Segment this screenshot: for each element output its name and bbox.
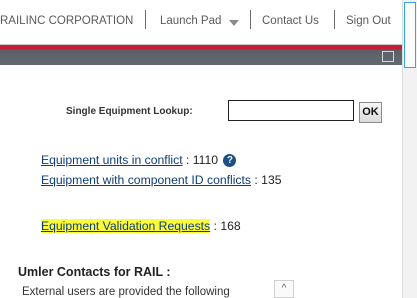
contacts-description: External users are provided the followin… bbox=[22, 286, 230, 298]
component-line: Equipment with component ID conflicts : … bbox=[41, 173, 282, 187]
conflict-line: Equipment units in conflict : 1110 ? bbox=[41, 153, 237, 167]
top-navigation: RAILINC CORPORATION Launch Pad Contact U… bbox=[0, 0, 402, 45]
lookup-label: Single Equipment Lookup: bbox=[66, 106, 193, 117]
equipment-conflict-link[interactable]: Equipment units in conflict bbox=[41, 153, 183, 167]
component-count: : 135 bbox=[254, 173, 282, 187]
validation-line: Equipment Validation Requests : 168 bbox=[41, 219, 241, 233]
nav-separator bbox=[250, 10, 251, 29]
company-name: RAILINC CORPORATION bbox=[0, 15, 134, 27]
nav-separator bbox=[145, 10, 146, 29]
launch-pad-menu[interactable]: Launch Pad bbox=[160, 15, 221, 27]
ok-button[interactable]: OK bbox=[359, 102, 382, 123]
sign-out-link[interactable]: Sign Out bbox=[346, 15, 391, 27]
scrollbar-thumb[interactable] bbox=[404, 2, 416, 68]
component-conflict-link[interactable]: Equipment with component ID conflicts bbox=[41, 173, 251, 187]
validation-requests-link[interactable]: Equipment Validation Requests bbox=[41, 219, 211, 233]
conflict-count: : 1110 bbox=[185, 153, 219, 167]
contact-us-link[interactable]: Contact Us bbox=[262, 15, 319, 27]
validation-count: : 168 bbox=[213, 219, 241, 233]
contacts-heading: Umler Contacts for RAIL : bbox=[18, 265, 171, 279]
nav-separator bbox=[334, 10, 335, 29]
equipment-lookup-input[interactable] bbox=[228, 100, 354, 121]
dropdown-caret-icon[interactable] bbox=[229, 20, 239, 26]
window-icon[interactable] bbox=[382, 51, 394, 62]
scroll-up-icon[interactable]: ^ bbox=[274, 280, 294, 298]
help-icon[interactable]: ? bbox=[223, 154, 237, 167]
header-bar bbox=[0, 45, 402, 65]
